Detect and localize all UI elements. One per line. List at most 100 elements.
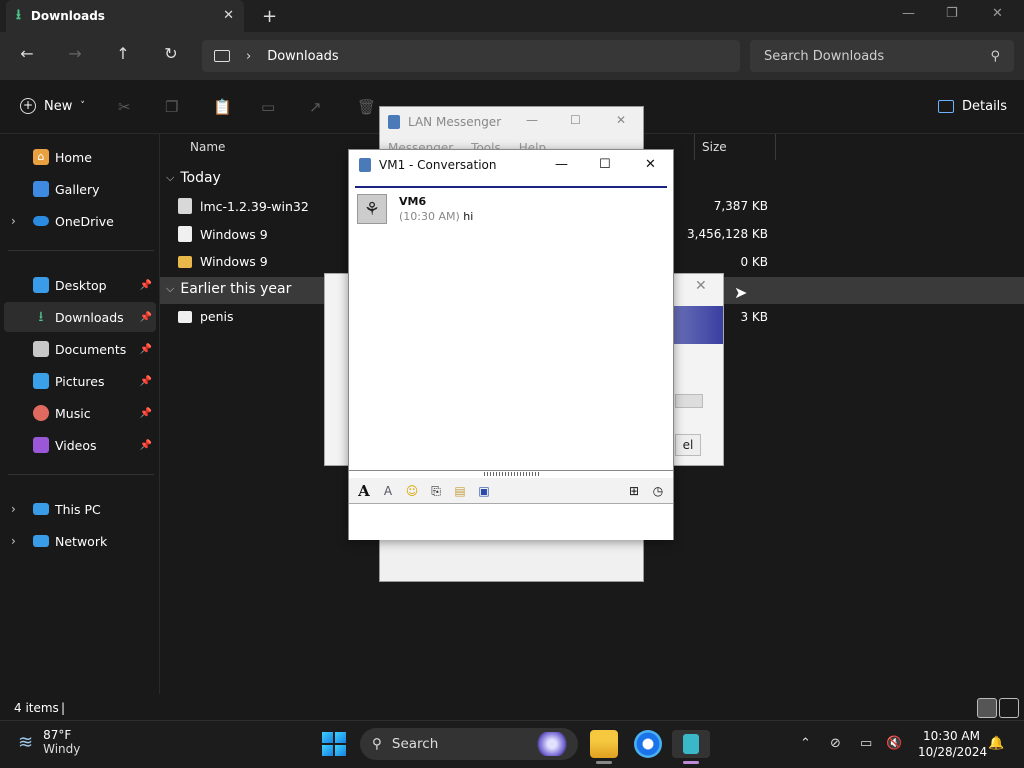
sidebar-item-gallery[interactable]: Gallery [4,174,156,204]
sidebar-item-documents[interactable]: Documents 📌 [4,334,156,364]
minimize-button[interactable]: — [902,6,915,21]
messenger-icon [388,115,400,129]
rename-icon[interactable]: ▭ [261,98,275,116]
splitter-handle[interactable] [349,470,673,478]
file-row[interactable]: lmc-1.2.39-win32 [178,198,309,214]
cancel-button[interactable]: el [675,434,701,456]
message-log[interactable]: ⚘ VM6 (10:30 AM) hi [355,186,667,466]
group-today[interactable]: ⌵ Today [166,170,221,186]
browser-icon[interactable] [634,730,662,758]
notification-bell-icon[interactable]: 🔔 [988,736,1004,751]
history-icon[interactable]: ◷ [649,482,667,500]
paste-icon[interactable]: 📋 [213,98,232,116]
details-label: Details [962,99,1008,114]
videos-icon [33,437,49,453]
forward-button[interactable]: → [63,44,87,63]
lan-messenger-title-bar[interactable]: LAN Messenger — ☐ ✕ [380,107,643,137]
share-icon[interactable]: ↗ [309,98,322,116]
sidebar-item-network[interactable]: › Network [4,526,156,556]
sidebar-item-onedrive[interactable]: › OneDrive [4,206,156,236]
maximize-button[interactable]: ☐ [570,113,581,127]
column-divider[interactable] [775,134,776,160]
search-box[interactable]: Search Downloads ⚲ [750,40,1014,72]
divider [8,474,154,475]
tiles-view-button[interactable] [999,698,1019,718]
message-input[interactable] [349,506,673,540]
column-header-name[interactable]: Name [190,140,225,154]
weather-widget[interactable]: ≋ 87°F Windy [18,728,80,756]
start-button[interactable] [322,732,346,756]
smiley-icon[interactable]: ☺ [403,482,421,500]
lan-messenger-taskbar-icon[interactable] [672,730,710,758]
volume-muted-icon[interactable]: 🔇 [886,736,902,751]
refresh-button[interactable]: ↻ [159,44,183,63]
minimize-button[interactable]: — [526,113,538,127]
sidebar-label: Downloads [55,309,124,325]
taskbar-search[interactable]: ⚲ Search [360,728,578,760]
file-explorer-icon[interactable] [590,730,618,758]
file-row[interactable]: penis [178,309,234,324]
chevron-down-icon: ˅ [80,101,85,111]
close-button[interactable]: ✕ [992,6,1003,21]
clock[interactable]: 10:30 AM 10/28/2024 [918,728,987,760]
new-button[interactable]: + New ˅ [20,98,85,114]
back-button[interactable]: ← [15,44,39,63]
conversation-title: VM1 - Conversation [379,158,497,172]
search-placeholder: Search Downloads [764,48,885,64]
new-tab-button[interactable]: + [262,6,277,27]
pc-icon [33,503,49,515]
send-file-icon[interactable]: ⎘ [427,482,445,500]
sidebar-item-music[interactable]: Music 📌 [4,398,156,428]
details-pane-icon [938,100,954,113]
app-indicator [596,761,612,764]
save-icon[interactable]: ▣ [475,482,493,500]
column-header-size[interactable]: Size [702,140,727,154]
pane-separator[interactable] [159,134,160,694]
sidebar-item-home[interactable]: ⌂ Home [4,142,156,172]
tab-downloads[interactable]: ⭳ Downloads ✕ [6,0,244,32]
progress-bar [675,394,703,408]
chevron-right-icon[interactable]: › [11,502,16,516]
display-icon[interactable]: ▭ [860,736,872,751]
sidebar-item-downloads[interactable]: ⭳ Downloads 📌 [4,302,156,332]
pin-icon: 📌 [139,407,152,419]
sidebar-item-pictures[interactable]: Pictures 📌 [4,366,156,396]
cloud-icon [33,216,49,226]
details-view-button[interactable] [977,698,997,718]
chevron-right-icon[interactable]: › [11,534,16,548]
font-icon[interactable]: A [355,482,373,500]
file-row[interactable]: Windows 9 [178,254,268,269]
details-button[interactable]: Details [938,99,1007,114]
sidebar-item-desktop[interactable]: Desktop 📌 [4,270,156,300]
close-button[interactable]: ✕ [616,113,626,127]
maximize-button[interactable]: ☐ [599,157,611,172]
copy-icon[interactable]: ❐ [165,98,178,116]
message-time: (10:30 AM) [399,210,460,223]
up-button[interactable]: ↑ [111,44,135,63]
minimize-button[interactable]: — [555,157,568,172]
conversation-window[interactable]: VM1 - Conversation — ☐ ✕ ⚘ VM6 (10:30 AM… [348,149,674,540]
network-off-icon[interactable]: ⊘ [830,736,841,751]
plus-icon: + [20,98,36,114]
close-icon[interactable]: ✕ [695,278,707,294]
close-tab-icon[interactable]: ✕ [223,8,234,23]
delete-icon[interactable]: 🗑 [357,98,376,116]
add-contact-icon[interactable]: ⊞ [625,482,643,500]
breadcrumb-downloads[interactable]: Downloads [267,49,338,64]
cut-icon[interactable]: ✂ [118,98,131,116]
group-earlier-this-year[interactable]: ⌵ Earlier this year [166,281,291,297]
navigation-pane: ⌂ Home Gallery › OneDrive Desktop 📌 ⭳ Do… [0,134,160,694]
status-item-count: 4 items [14,701,59,715]
send-folder-icon[interactable]: ▤ [451,482,469,500]
show-hidden-icons-button[interactable]: ⌃ [800,736,811,751]
sidebar-item-videos[interactable]: Videos 📌 [4,430,156,460]
file-row[interactable]: Windows 9 [178,226,268,242]
column-divider[interactable] [694,134,695,160]
conversation-title-bar[interactable]: VM1 - Conversation [349,150,673,180]
chevron-right-icon[interactable]: › [11,214,16,228]
sidebar-item-this-pc[interactable]: › This PC [4,494,156,524]
maximize-button[interactable]: ❐ [946,6,958,21]
address-bar[interactable]: › Downloads [202,40,740,72]
close-button[interactable]: ✕ [645,157,656,172]
font-color-icon[interactable]: A [379,482,397,500]
